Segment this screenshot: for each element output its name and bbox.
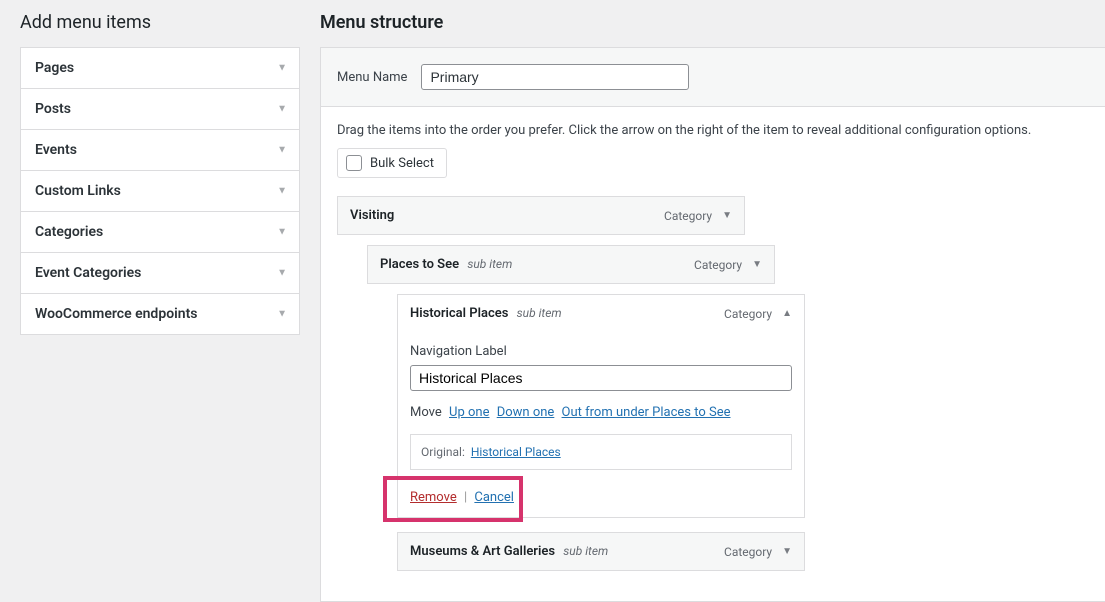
sub-item-label: sub item xyxy=(563,544,608,558)
acc-section-custom-links[interactable]: Custom Links ▼ xyxy=(21,170,299,211)
add-menu-accordion: Pages ▼ Posts ▼ Events ▼ Custom Links ▼ … xyxy=(20,47,300,335)
menu-item-historical-places[interactable]: Historical Places sub item Category ▲ xyxy=(397,294,805,332)
acc-label: Posts xyxy=(35,101,71,117)
move-down-link[interactable]: Down one xyxy=(497,405,555,420)
move-up-link[interactable]: Up one xyxy=(449,405,489,420)
nav-label-title: Navigation Label xyxy=(410,344,792,359)
acc-label: Pages xyxy=(35,60,74,76)
acc-label: Events xyxy=(35,142,77,158)
sub-item-label: sub item xyxy=(467,257,512,271)
menu-item-type: Category xyxy=(694,258,742,272)
remove-cancel-line: Remove | Cancel xyxy=(410,490,792,505)
caret-down-icon: ▼ xyxy=(277,145,287,156)
menu-name-bar: Menu Name xyxy=(321,48,1105,107)
menu-item-title: Museums & Art Galleries xyxy=(410,544,555,559)
move-label: Move xyxy=(410,405,442,420)
menu-name-label: Menu Name xyxy=(337,70,407,85)
original-box: Original: Historical Places xyxy=(410,434,792,470)
acc-section-event-categories[interactable]: Event Categories ▼ xyxy=(21,252,299,293)
menu-name-input[interactable] xyxy=(421,64,689,90)
menu-item-title: Places to See xyxy=(380,257,459,272)
acc-section-events[interactable]: Events ▼ xyxy=(21,129,299,170)
bulk-select-label: Bulk Select xyxy=(370,156,434,171)
acc-label: Custom Links xyxy=(35,183,121,199)
menu-item-places-to-see[interactable]: Places to See sub item Category ▼ xyxy=(367,245,775,284)
caret-down-icon: ▼ xyxy=(277,227,287,238)
sub-item-label: sub item xyxy=(517,306,562,320)
menu-structure-heading: Menu structure xyxy=(320,12,1105,33)
acc-section-posts[interactable]: Posts ▼ xyxy=(21,88,299,129)
menu-item-settings-panel: Navigation Label Move Up one Down one Ou… xyxy=(397,332,805,518)
acc-label: WooCommerce endpoints xyxy=(35,306,197,322)
caret-down-icon: ▼ xyxy=(277,104,287,115)
caret-down-icon: ▼ xyxy=(277,309,287,320)
menu-item-title: Visiting xyxy=(350,208,394,223)
caret-down-icon: ▼ xyxy=(277,186,287,197)
checkbox-icon xyxy=(346,155,362,171)
menu-item-type: Category xyxy=(724,307,772,321)
original-link[interactable]: Historical Places xyxy=(471,445,561,459)
menu-item-type: Category xyxy=(724,545,772,559)
caret-up-icon[interactable]: ▲ xyxy=(782,308,792,319)
menu-structure-panel: Menu Name Drag the items into the order … xyxy=(320,47,1105,602)
instructions-text: Drag the items into the order you prefer… xyxy=(321,107,1105,148)
add-menu-items-heading: Add menu items xyxy=(20,12,300,33)
original-label: Original: xyxy=(421,445,465,459)
cancel-link[interactable]: Cancel xyxy=(474,490,514,505)
acc-section-woocommerce[interactable]: WooCommerce endpoints ▼ xyxy=(21,293,299,334)
bulk-select-button[interactable]: Bulk Select xyxy=(337,148,447,178)
move-out-link[interactable]: Out from under Places to See xyxy=(562,405,731,420)
caret-down-icon[interactable]: ▼ xyxy=(752,259,762,270)
acc-label: Categories xyxy=(35,224,103,240)
caret-down-icon: ▼ xyxy=(277,63,287,74)
menu-item-museums[interactable]: Museums & Art Galleries sub item Categor… xyxy=(397,532,805,571)
remove-link[interactable]: Remove xyxy=(410,490,457,505)
menu-item-title: Historical Places xyxy=(410,306,508,321)
caret-down-icon: ▼ xyxy=(277,268,287,279)
caret-down-icon[interactable]: ▼ xyxy=(782,546,792,557)
acc-section-categories[interactable]: Categories ▼ xyxy=(21,211,299,252)
nav-label-input[interactable] xyxy=(410,365,792,391)
acc-label: Event Categories xyxy=(35,265,141,281)
caret-down-icon[interactable]: ▼ xyxy=(722,210,732,221)
menu-item-visiting[interactable]: Visiting Category ▼ xyxy=(337,196,745,235)
acc-section-pages[interactable]: Pages ▼ xyxy=(21,48,299,88)
menu-item-type: Category xyxy=(664,209,712,223)
separator: | xyxy=(464,490,467,505)
menu-items-list: Visiting Category ▼ Places to See sub it… xyxy=(321,192,1105,601)
